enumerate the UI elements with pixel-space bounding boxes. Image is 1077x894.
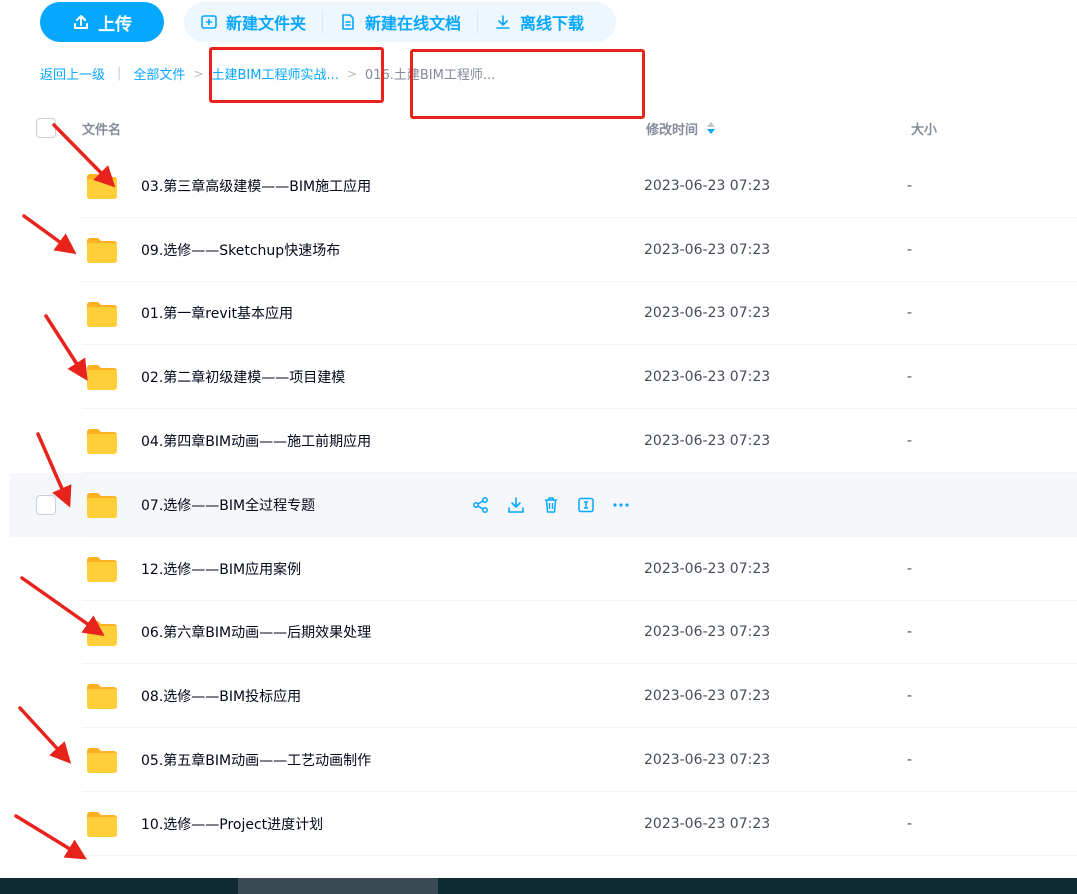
- folder-icon: [87, 620, 117, 646]
- rename-icon[interactable]: [568, 493, 603, 517]
- new-doc-button[interactable]: 新建在线文档: [322, 10, 477, 34]
- file-size: -: [907, 369, 913, 386]
- table-header: 文件名 修改时间 大小: [10, 110, 1077, 146]
- folder-icon: [87, 811, 117, 837]
- file-name[interactable]: 01.第一章revit基本应用: [141, 303, 293, 323]
- table-row[interactable]: 08.选修——BIM投标应用 2023-06-23 07:23 -: [10, 664, 1077, 728]
- folder-icon: [87, 748, 117, 774]
- file-size: -: [907, 241, 913, 258]
- table-row[interactable]: 04.第四章BIM动画——施工前期应用 2023-06-23 07:23 -: [10, 409, 1077, 473]
- folder-icon: [87, 174, 117, 199]
- file-name[interactable]: 07.选修——BIM全过程专题: [141, 495, 315, 515]
- sort-icon[interactable]: [706, 121, 716, 135]
- file-time: 2023-06-23 07:23: [644, 177, 771, 194]
- new-folder-icon: [201, 15, 217, 29]
- table-row[interactable]: 05.第五章BIM动画——工艺动画制作 2023-06-23 07:23 -: [10, 728, 1077, 792]
- file-size: -: [907, 815, 913, 832]
- file-size: -: [907, 752, 913, 769]
- file-size: -: [907, 305, 913, 322]
- breadcrumb-divider: |: [117, 66, 122, 81]
- table-row[interactable]: 10.选修——Project进度计划 2023-06-23 07:23 -: [10, 792, 1077, 856]
- table-row[interactable]: 12.选修——BIM应用案例 2023-06-23 07:23 -: [10, 537, 1077, 601]
- taskbar-item[interactable]: [238, 878, 438, 894]
- breadcrumb: 返回上一级 | 全部文件 > 土建BIM工程师实战... > 016.土建BIM…: [40, 64, 495, 83]
- file-size: -: [907, 688, 913, 705]
- row-actions: [463, 493, 638, 517]
- select-all-checkbox[interactable]: [36, 118, 56, 138]
- folder-icon: [87, 365, 117, 391]
- file-name[interactable]: 05.第五章BIM动画——工艺动画制作: [141, 750, 371, 770]
- taskbar: [0, 878, 1077, 894]
- chevron-right-icon: >: [346, 66, 357, 81]
- file-time: 2023-06-23 07:23: [644, 433, 771, 450]
- file-time: 2023-06-23 07:23: [644, 815, 771, 832]
- table-row[interactable]: 02.第二章初级建模——项目建模 2023-06-23 07:23 -: [10, 345, 1077, 409]
- annotation-box-level2: [410, 49, 645, 119]
- file-time: 2023-06-23 07:23: [644, 369, 771, 386]
- upload-button[interactable]: 上传: [40, 2, 164, 42]
- file-name[interactable]: 06.第六章BIM动画——后期效果处理: [141, 622, 371, 642]
- back-link[interactable]: 返回上一级: [40, 64, 105, 83]
- delete-icon[interactable]: [533, 493, 568, 517]
- table-row[interactable]: 01.第一章revit基本应用 2023-06-23 07:23 -: [10, 282, 1077, 346]
- new-folder-label: 新建文件夹: [226, 14, 307, 33]
- table-row-hovered[interactable]: 07.选修——BIM全过程专题: [10, 472, 1077, 537]
- file-time: 2023-06-23 07:23: [644, 688, 771, 705]
- column-header-name[interactable]: 文件名: [82, 119, 121, 138]
- file-time: 2023-06-23 07:23: [644, 560, 771, 577]
- file-size: -: [907, 433, 913, 450]
- column-header-size[interactable]: 大小: [911, 119, 937, 138]
- table-row[interactable]: 03.第三章高级建模——BIM施工应用 2023-06-23 07:23 -: [10, 154, 1077, 218]
- file-name[interactable]: 08.选修——BIM投标应用: [141, 686, 301, 706]
- offline-download-label: 离线下载: [520, 14, 585, 33]
- row-checkbox[interactable]: [36, 494, 56, 515]
- folder-icon: [87, 429, 117, 455]
- table-row[interactable]: 06.第六章BIM动画——后期效果处理 2023-06-23 07:23 -: [10, 601, 1077, 665]
- upload-label: 上传: [98, 14, 132, 35]
- chevron-right-icon: >: [193, 66, 204, 81]
- upload-icon: [74, 15, 88, 29]
- breadcrumb-current: 016.土建BIM工程师...: [364, 68, 496, 83]
- toolbar: 上传 新建文件夹 新建在线文档 离线下载: [40, 2, 617, 42]
- folder-icon: [87, 237, 117, 263]
- download-icon[interactable]: [498, 493, 533, 517]
- new-doc-label: 新建在线文档: [365, 14, 462, 33]
- download-icon: [496, 15, 510, 29]
- all-files-link[interactable]: 全部文件: [133, 64, 185, 83]
- folder-icon: [87, 301, 117, 327]
- file-name[interactable]: 10.选修——Project进度计划: [141, 814, 323, 834]
- offline-download-button[interactable]: 离线下载: [477, 10, 600, 34]
- file-size: -: [907, 177, 913, 194]
- column-header-time-label: 修改时间: [646, 122, 699, 138]
- file-size: -: [907, 624, 913, 641]
- file-name[interactable]: 09.选修——Sketchup快速场布: [141, 240, 340, 260]
- file-time: 2023-06-23 07:23: [644, 624, 771, 641]
- file-name[interactable]: 02.第二章初级建模——项目建模: [141, 367, 345, 387]
- file-time: 2023-06-23 07:23: [644, 752, 771, 769]
- file-time: 2023-06-23 07:23: [644, 305, 771, 322]
- file-name[interactable]: 04.第四章BIM动画——施工前期应用: [141, 431, 371, 451]
- folder-icon: [87, 492, 117, 518]
- new-doc-icon: [342, 14, 354, 30]
- more-icon[interactable]: [603, 493, 638, 517]
- breadcrumb-level1-link[interactable]: 土建BIM工程师实战...: [211, 64, 338, 83]
- folder-icon: [87, 556, 117, 582]
- table-row[interactable]: 09.选修——Sketchup快速场布 2023-06-23 07:23 -: [10, 218, 1077, 282]
- file-name[interactable]: 03.第三章高级建模——BIM施工应用: [141, 176, 371, 196]
- folder-icon: [87, 684, 117, 710]
- share-icon[interactable]: [463, 493, 498, 517]
- file-list: 03.第三章高级建模——BIM施工应用 2023-06-23 07:23 - 0…: [10, 154, 1077, 856]
- file-time: 2023-06-23 07:23: [644, 241, 771, 258]
- file-name[interactable]: 12.选修——BIM应用案例: [141, 559, 301, 579]
- column-header-time[interactable]: 修改时间: [646, 119, 716, 138]
- tool-group: 新建文件夹 新建在线文档 离线下载: [184, 2, 617, 42]
- file-size: -: [907, 560, 913, 577]
- new-folder-button[interactable]: 新建文件夹: [200, 10, 322, 34]
